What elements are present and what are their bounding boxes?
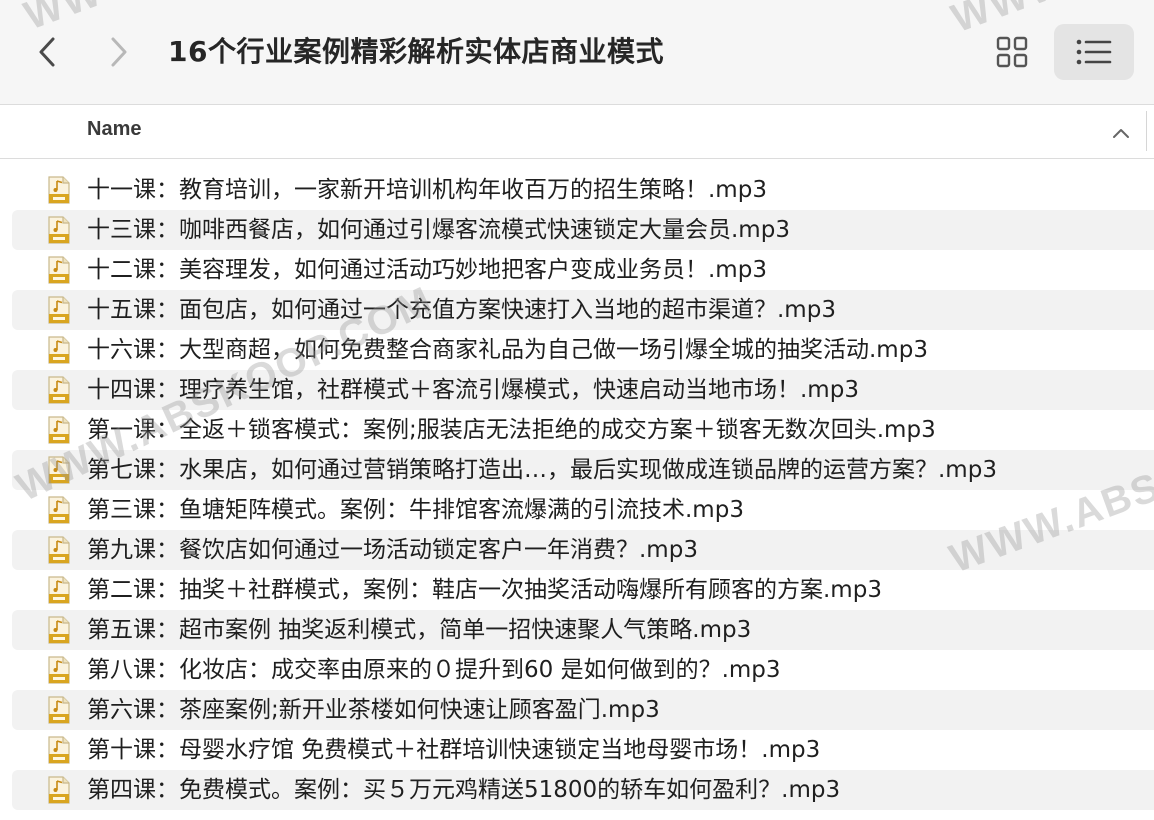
- list-view-button[interactable]: [1054, 24, 1134, 80]
- grid-view-icon: [996, 36, 1028, 68]
- sort-ascending-button[interactable]: [1112, 125, 1130, 139]
- file-row[interactable]: 第五课：超市案例 抽奖返利模式，简单一招快速聚人气策略.mp3: [12, 610, 1154, 650]
- file-row[interactable]: 十三课：咖啡西餐店，如何通过引爆客流模式快速锁定大量会员.mp3: [12, 210, 1154, 250]
- column-divider[interactable]: [1146, 111, 1147, 151]
- finder-window: 16个行业案例精彩解析实体店商业模式 Name 十一课：教育培训，一家新开培训机…: [0, 0, 1154, 820]
- audio-file-icon: [46, 736, 72, 764]
- window-title: 16个行业案例精彩解析实体店商业模式: [168, 35, 664, 68]
- file-name: 第九课：餐饮店如何通过一场活动锁定客户一年消费？.mp3: [87, 537, 698, 563]
- audio-file-icon: [46, 696, 72, 724]
- toolbar: 16个行业案例精彩解析实体店商业模式: [0, 0, 1154, 105]
- audio-file-icon: [46, 176, 72, 204]
- file-row[interactable]: 第八课：化妆店：成交率由原来的０提升到60 是如何做到的？.mp3: [12, 650, 1154, 690]
- file-name: 第三课：鱼塘矩阵模式。案例：牛排馆客流爆满的引流技术.mp3: [87, 497, 744, 523]
- file-row[interactable]: 十一课：教育培训，一家新开培训机构年收百万的招生策略！.mp3: [12, 170, 1154, 210]
- chevron-right-icon: [111, 37, 127, 67]
- audio-file-icon: [46, 536, 72, 564]
- file-row[interactable]: 十六课：大型商超，如何免费整合商家礼品为自己做一场引爆全城的抽奖活动.mp3: [12, 330, 1154, 370]
- file-name: 第五课：超市案例 抽奖返利模式，简单一招快速聚人气策略.mp3: [87, 617, 752, 643]
- audio-file-icon: [46, 456, 72, 484]
- file-name: 第八课：化妆店：成交率由原来的０提升到60 是如何做到的？.mp3: [87, 657, 781, 683]
- file-name: 第二课：抽奖＋社群模式，案例：鞋店一次抽奖活动嗨爆所有顾客的方案.mp3: [87, 577, 882, 603]
- file-name: 第四课：免费模式。案例：买５万元鸡精送51800的轿车如何盈利？.mp3: [87, 777, 841, 803]
- audio-file-icon: [46, 416, 72, 444]
- file-row[interactable]: 第四课：免费模式。案例：买５万元鸡精送51800的轿车如何盈利？.mp3: [12, 770, 1154, 810]
- file-name: 十五课：面包店，如何通过一个充值方案快速打入当地的超市渠道？.mp3: [87, 297, 836, 323]
- list-view-icon: [1076, 39, 1112, 65]
- file-row[interactable]: 第十课：母婴水疗馆 免费模式＋社群培训快速锁定当地母婴市场！.mp3: [12, 730, 1154, 770]
- file-name: 十三课：咖啡西餐店，如何通过引爆客流模式快速锁定大量会员.mp3: [87, 217, 790, 243]
- audio-file-icon: [46, 776, 72, 804]
- audio-file-icon: [46, 376, 72, 404]
- column-header: Name: [0, 105, 1154, 159]
- file-row[interactable]: 十五课：面包店，如何通过一个充值方案快速打入当地的超市渠道？.mp3: [12, 290, 1154, 330]
- file-name: 十六课：大型商超，如何免费整合商家礼品为自己做一场引爆全城的抽奖活动.mp3: [87, 337, 928, 363]
- file-row[interactable]: 十四课：理疗养生馆，社群模式＋客流引爆模式，快速启动当地市场！.mp3: [12, 370, 1154, 410]
- file-row[interactable]: 第二课：抽奖＋社群模式，案例：鞋店一次抽奖活动嗨爆所有顾客的方案.mp3: [12, 570, 1154, 610]
- chevron-left-icon: [39, 37, 55, 67]
- chevron-up-icon: [1113, 129, 1129, 138]
- audio-file-icon: [46, 216, 72, 244]
- file-row[interactable]: 第九课：餐饮店如何通过一场活动锁定客户一年消费？.mp3: [12, 530, 1154, 570]
- audio-file-icon: [46, 496, 72, 524]
- file-row[interactable]: 第六课：茶座案例;新开业茶楼如何快速让顾客盈门.mp3: [12, 690, 1154, 730]
- name-column-header[interactable]: Name: [87, 118, 141, 141]
- file-row[interactable]: 第七课：水果店，如何通过营销策略打造出…，最后实现做成连锁品牌的运营方案？.mp…: [12, 450, 1154, 490]
- file-name: 十四课：理疗养生馆，社群模式＋客流引爆模式，快速启动当地市场！.mp3: [87, 377, 859, 403]
- grid-view-button[interactable]: [994, 34, 1030, 70]
- back-button[interactable]: [32, 34, 62, 70]
- file-row[interactable]: 第一课：全返＋锁客模式：案例;服装店无法拒绝的成交方案＋锁客无数次回头.mp3: [12, 410, 1154, 450]
- audio-file-icon: [46, 576, 72, 604]
- forward-button[interactable]: [104, 34, 134, 70]
- file-name: 十一课：教育培训，一家新开培训机构年收百万的招生策略！.mp3: [87, 177, 767, 203]
- file-name: 十二课：美容理发，如何通过活动巧妙地把客户变成业务员！.mp3: [87, 257, 767, 283]
- audio-file-icon: [46, 256, 72, 284]
- audio-file-icon: [46, 616, 72, 644]
- file-name: 第七课：水果店，如何通过营销策略打造出…，最后实现做成连锁品牌的运营方案？.mp…: [87, 457, 997, 483]
- file-name: 第十课：母婴水疗馆 免费模式＋社群培训快速锁定当地母婴市场！.mp3: [87, 737, 821, 763]
- file-row[interactable]: 十二课：美容理发，如何通过活动巧妙地把客户变成业务员！.mp3: [12, 250, 1154, 290]
- audio-file-icon: [46, 656, 72, 684]
- audio-file-icon: [46, 336, 72, 364]
- file-list: 十一课：教育培训，一家新开培训机构年收百万的招生策略！.mp3 十三课：咖啡西餐店…: [0, 170, 1154, 810]
- file-name: 第一课：全返＋锁客模式：案例;服装店无法拒绝的成交方案＋锁客无数次回头.mp3: [87, 417, 936, 443]
- audio-file-icon: [46, 296, 72, 324]
- file-row[interactable]: 第三课：鱼塘矩阵模式。案例：牛排馆客流爆满的引流技术.mp3: [12, 490, 1154, 530]
- file-name: 第六课：茶座案例;新开业茶楼如何快速让顾客盈门.mp3: [87, 697, 660, 723]
